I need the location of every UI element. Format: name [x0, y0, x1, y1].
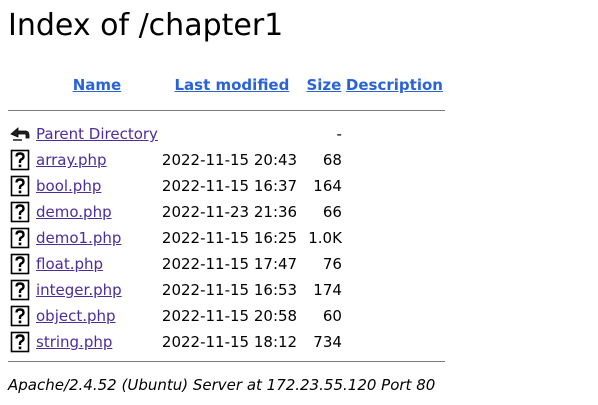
sort-by-description-link[interactable]: Description	[346, 76, 443, 94]
unknown-file-icon	[10, 305, 30, 327]
file-link[interactable]: float.php	[36, 255, 103, 273]
header-separator-row	[8, 98, 445, 121]
file-size: 1.0K	[308, 229, 342, 247]
file-size: 60	[322, 307, 342, 325]
file-link[interactable]: array.php	[36, 151, 107, 169]
server-signature: Apache/2.4.52 (Ubuntu) Server at 172.23.…	[8, 376, 436, 394]
file-modified: 2022-11-15 16:37	[161, 177, 298, 195]
footer-separator-row	[8, 355, 445, 362]
file-description	[344, 147, 445, 173]
file-size: 66	[322, 203, 342, 221]
file-description	[344, 173, 445, 199]
sort-by-name-link[interactable]: Name	[73, 76, 121, 94]
file-modified: 2022-11-15 20:43	[161, 151, 298, 169]
file-size: 76	[322, 255, 342, 273]
file-modified: 2022-11-15 18:12	[161, 333, 298, 351]
header-divider	[8, 110, 445, 111]
parent-size: -	[336, 125, 342, 143]
unknown-file-icon	[10, 175, 30, 197]
sort-by-size-link[interactable]: Size	[306, 76, 341, 94]
back-arrow-icon	[10, 123, 30, 145]
file-modified: 2022-11-15 17:47	[161, 255, 298, 273]
column-header-last-modified: Last modified	[160, 72, 304, 98]
file-row: object.php 2022-11-15 20:58 60	[8, 303, 445, 329]
listing-header: Name Last modified Size Description	[8, 72, 445, 98]
parent-directory-link[interactable]: Parent Directory	[36, 125, 158, 143]
file-modified: 2022-11-15 16:25	[161, 229, 298, 247]
file-description	[344, 329, 445, 355]
unknown-file-icon	[10, 331, 30, 353]
parent-modified	[160, 121, 304, 147]
column-header-description: Description	[344, 72, 445, 98]
file-link[interactable]: demo.php	[36, 203, 112, 221]
file-row: array.php 2022-11-15 20:43 68	[8, 147, 445, 173]
file-link[interactable]: demo1.php	[36, 229, 121, 247]
footer-divider	[8, 361, 445, 362]
header-icon-spacer	[8, 72, 34, 98]
file-link[interactable]: bool.php	[36, 177, 101, 195]
sort-by-last-modified-link[interactable]: Last modified	[175, 76, 290, 94]
unknown-file-icon	[10, 201, 30, 223]
file-modified: 2022-11-15 16:53	[161, 281, 298, 299]
file-size: 734	[313, 333, 342, 351]
file-row: bool.php 2022-11-15 16:37 164	[8, 173, 445, 199]
file-modified: 2022-11-15 20:58	[161, 307, 298, 325]
file-size: 174	[313, 281, 342, 299]
file-row: demo1.php 2022-11-15 16:25 1.0K	[8, 225, 445, 251]
unknown-file-icon	[10, 253, 30, 275]
file-link[interactable]: string.php	[36, 333, 112, 351]
unknown-file-icon	[10, 279, 30, 301]
file-description	[344, 199, 445, 225]
unknown-file-icon	[10, 149, 30, 171]
directory-listing: Name Last modified Size Description Pare…	[8, 72, 445, 362]
column-header-size: Size	[304, 72, 344, 98]
file-link[interactable]: integer.php	[36, 281, 122, 299]
file-description	[344, 303, 445, 329]
file-size: 164	[313, 177, 342, 195]
file-modified: 2022-11-23 21:36	[161, 203, 298, 221]
page-title: Index of /chapter1	[8, 8, 284, 43]
file-description	[344, 277, 445, 303]
column-header-name: Name	[34, 72, 160, 98]
file-row: float.php 2022-11-15 17:47 76	[8, 251, 445, 277]
file-link[interactable]: object.php	[36, 307, 116, 325]
file-description	[344, 225, 445, 251]
parent-description	[344, 121, 445, 147]
parent-directory-row: Parent Directory -	[8, 121, 445, 147]
file-description	[344, 251, 445, 277]
unknown-file-icon	[10, 227, 30, 249]
file-row: demo.php 2022-11-23 21:36 66	[8, 199, 445, 225]
file-size: 68	[322, 151, 342, 169]
file-row: integer.php 2022-11-15 16:53 174	[8, 277, 445, 303]
file-row: string.php 2022-11-15 18:12 734	[8, 329, 445, 355]
